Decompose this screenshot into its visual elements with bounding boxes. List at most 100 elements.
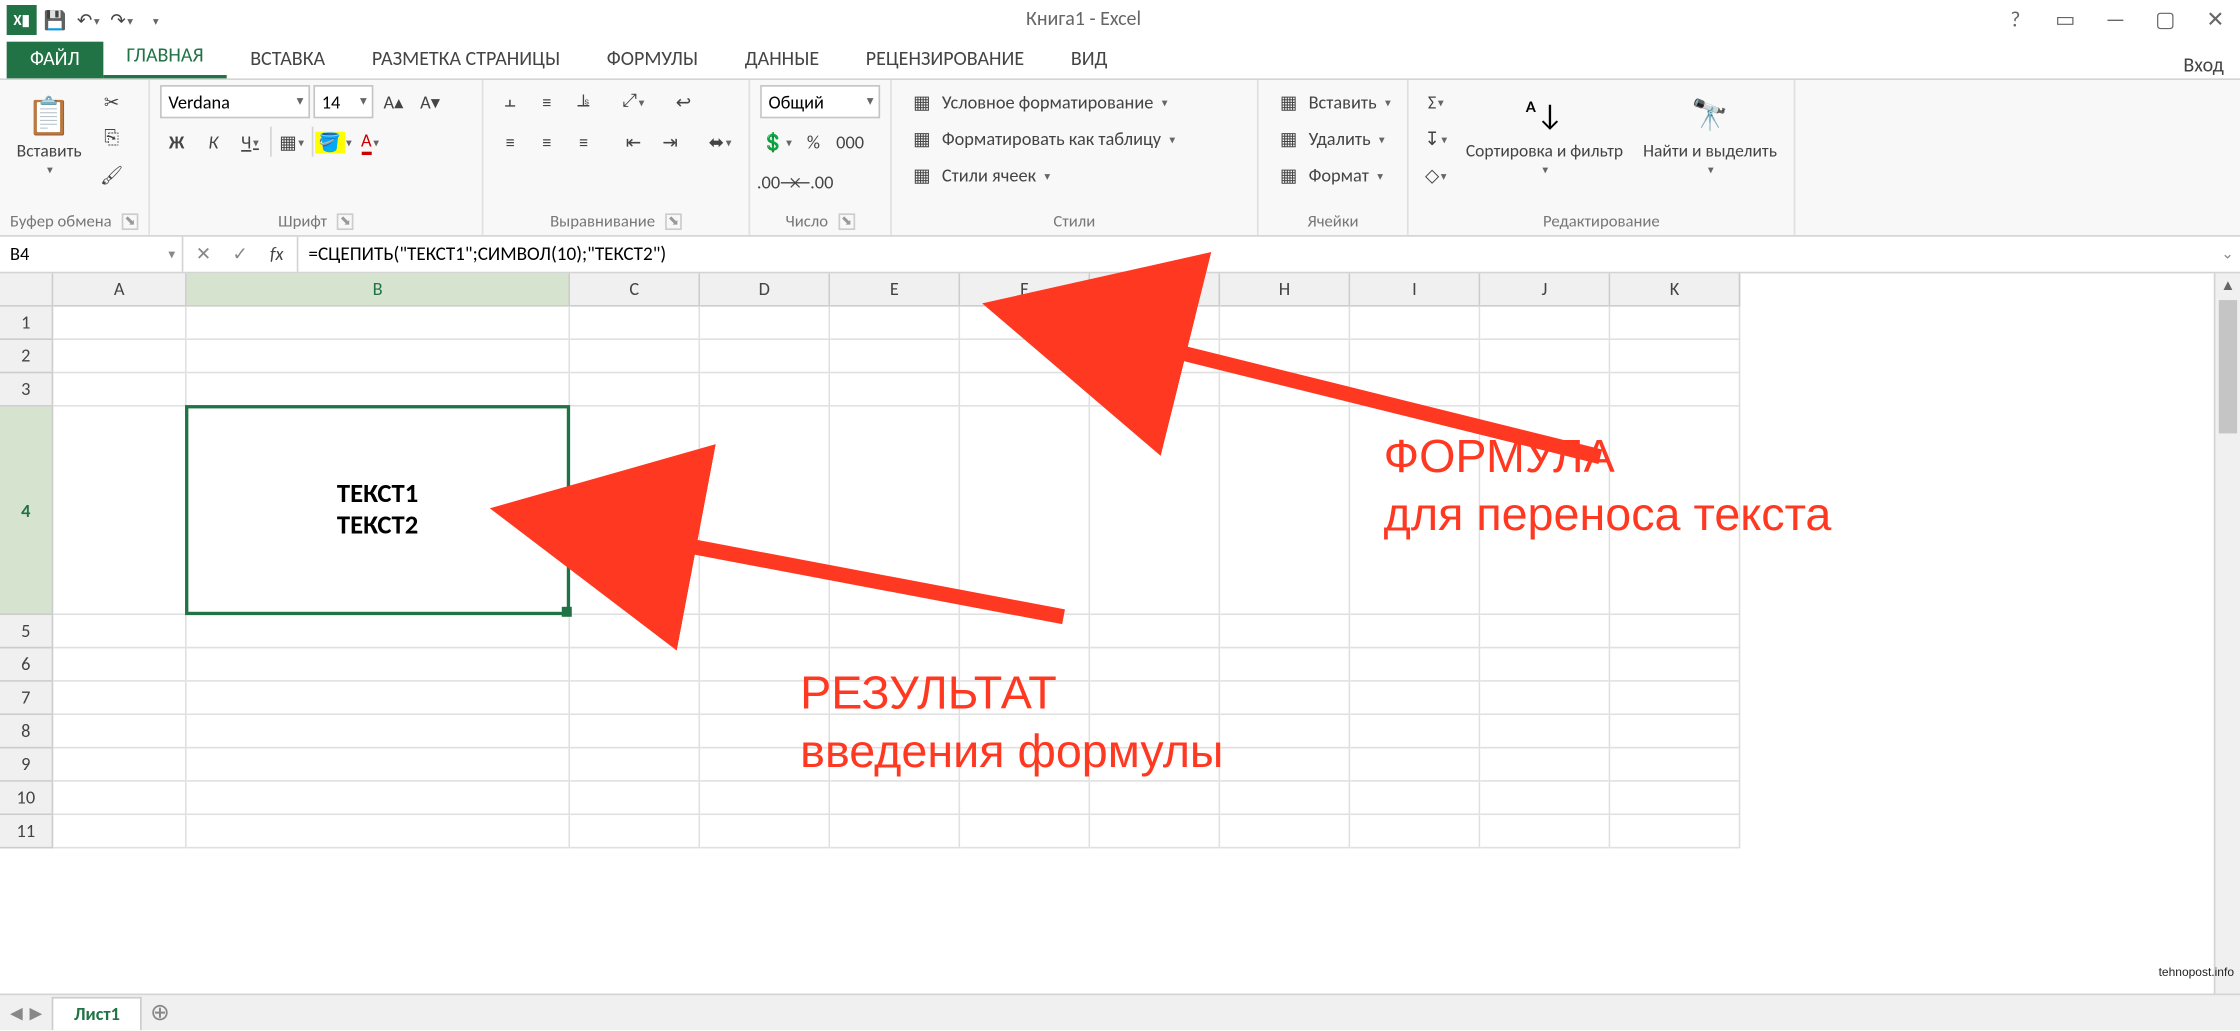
- column-header[interactable]: H: [1220, 273, 1350, 306]
- row-header[interactable]: 8: [0, 715, 53, 748]
- tab-formulas[interactable]: ФОРМУЛЫ: [583, 42, 721, 79]
- cell[interactable]: [700, 748, 830, 781]
- cell[interactable]: [53, 307, 186, 340]
- cell[interactable]: [570, 815, 700, 848]
- cell[interactable]: [53, 615, 186, 648]
- cell[interactable]: [1220, 307, 1350, 340]
- spreadsheet-grid[interactable]: ABCDEFGHIJK 1234567891011 ТЕКСТ1 ТЕКСТ2 …: [0, 273, 2240, 993]
- cell[interactable]: [830, 340, 960, 373]
- tab-view[interactable]: ВИД: [1047, 42, 1130, 79]
- column-header[interactable]: F: [960, 273, 1090, 306]
- cell[interactable]: [187, 748, 570, 781]
- cell[interactable]: [1350, 715, 1480, 748]
- sheet-nav-prev-icon[interactable]: ◀: [10, 1002, 23, 1024]
- align-right-icon[interactable]: ≡: [567, 125, 600, 158]
- row-header[interactable]: 7: [0, 682, 53, 715]
- cell[interactable]: [187, 373, 570, 406]
- cell[interactable]: [1480, 340, 1610, 373]
- name-box[interactable]: B4: [0, 237, 183, 272]
- cell[interactable]: [700, 648, 830, 681]
- cell[interactable]: [1480, 648, 1610, 681]
- cell[interactable]: [53, 648, 186, 681]
- tab-review[interactable]: РЕЦЕНЗИРОВАНИЕ: [842, 42, 1047, 79]
- row-header[interactable]: 9: [0, 748, 53, 781]
- cell[interactable]: [1090, 782, 1220, 815]
- cell[interactable]: [700, 815, 830, 848]
- cell[interactable]: [1610, 373, 1740, 406]
- cell[interactable]: [1480, 373, 1610, 406]
- maximize-icon[interactable]: ▢: [2147, 5, 2184, 35]
- insert-function-icon[interactable]: fx: [263, 241, 290, 268]
- conditional-formatting-button[interactable]: ▦Условное форматирование▾: [902, 85, 1182, 118]
- align-middle-icon[interactable]: ≡: [530, 85, 563, 118]
- cell[interactable]: [1090, 373, 1220, 406]
- cell[interactable]: [1090, 748, 1220, 781]
- percent-icon[interactable]: %: [797, 125, 830, 158]
- fill-handle[interactable]: [562, 607, 572, 617]
- number-format-combo[interactable]: Общий: [760, 85, 880, 118]
- fill-color-icon[interactable]: 🪣▾: [317, 125, 350, 158]
- cell[interactable]: [570, 340, 700, 373]
- cell[interactable]: [1610, 748, 1740, 781]
- align-bottom-icon[interactable]: ⫡: [567, 85, 600, 118]
- save-icon[interactable]: 💾: [40, 5, 70, 35]
- cell[interactable]: [1350, 682, 1480, 715]
- cell[interactable]: [1090, 307, 1220, 340]
- enter-formula-icon[interactable]: ✓: [227, 241, 254, 268]
- help-icon[interactable]: ?: [1997, 5, 2034, 35]
- underline-button[interactable]: Ч▾: [233, 125, 266, 158]
- cell[interactable]: [53, 407, 186, 615]
- insert-cells-button[interactable]: ▦Вставить▾: [1269, 85, 1398, 118]
- cell[interactable]: [1610, 407, 1740, 615]
- paste-button[interactable]: 📋 Вставить ▾: [10, 85, 88, 180]
- align-center-icon[interactable]: ≡: [530, 125, 563, 158]
- cell[interactable]: [1610, 648, 1740, 681]
- cell[interactable]: [960, 373, 1090, 406]
- cell[interactable]: [53, 815, 186, 848]
- cell[interactable]: [1220, 815, 1350, 848]
- cell[interactable]: [1610, 815, 1740, 848]
- sheet-nav-next-icon[interactable]: ▶: [30, 1002, 43, 1024]
- font-name-combo[interactable]: Verdana: [160, 85, 310, 118]
- cell[interactable]: [570, 748, 700, 781]
- cell[interactable]: [700, 307, 830, 340]
- font-launcher-icon[interactable]: ⬊: [337, 213, 354, 230]
- cell[interactable]: [570, 615, 700, 648]
- cell-styles-button[interactable]: ▦Стили ячеек▾: [902, 158, 1182, 191]
- bold-button[interactable]: Ж: [160, 125, 193, 158]
- close-icon[interactable]: ✕: [2197, 5, 2234, 35]
- cell[interactable]: [1220, 407, 1350, 615]
- scroll-up-icon[interactable]: ▲: [2215, 273, 2240, 300]
- cell[interactable]: [1350, 748, 1480, 781]
- cell[interactable]: [830, 715, 960, 748]
- cell[interactable]: [960, 340, 1090, 373]
- select-all-corner[interactable]: [0, 273, 53, 306]
- clipboard-launcher-icon[interactable]: ⬊: [122, 213, 139, 230]
- find-select-button[interactable]: 🔭 Найти и выделить ▾: [1636, 85, 1783, 180]
- cell[interactable]: [960, 782, 1090, 815]
- tab-page-layout[interactable]: РАЗМЕТКА СТРАНИЦЫ: [348, 42, 583, 79]
- cell[interactable]: [1610, 307, 1740, 340]
- comma-icon[interactable]: 000: [833, 125, 866, 158]
- tab-data[interactable]: ДАННЫЕ: [721, 42, 842, 79]
- sheet-tab[interactable]: Лист1: [52, 996, 141, 1029]
- add-sheet-icon[interactable]: ⊕: [142, 994, 179, 1031]
- decrease-decimal-icon[interactable]: ←.00: [797, 165, 830, 198]
- column-header[interactable]: J: [1480, 273, 1610, 306]
- cell[interactable]: [187, 648, 570, 681]
- cell[interactable]: [570, 373, 700, 406]
- cell[interactable]: [830, 407, 960, 615]
- format-painter-icon[interactable]: 🖌: [95, 158, 128, 191]
- cell[interactable]: [700, 682, 830, 715]
- cell[interactable]: [1350, 782, 1480, 815]
- cell[interactable]: [187, 307, 570, 340]
- format-as-table-button[interactable]: ▦Форматировать как таблицу▾: [902, 122, 1182, 155]
- cell[interactable]: [1350, 307, 1480, 340]
- cell[interactable]: [570, 407, 700, 615]
- qat-customize-icon[interactable]: ▾: [140, 5, 170, 35]
- cell[interactable]: [830, 682, 960, 715]
- row-header[interactable]: 6: [0, 648, 53, 681]
- cell[interactable]: [1220, 682, 1350, 715]
- accounting-icon[interactable]: 💲▾: [760, 125, 793, 158]
- italic-button[interactable]: К: [197, 125, 230, 158]
